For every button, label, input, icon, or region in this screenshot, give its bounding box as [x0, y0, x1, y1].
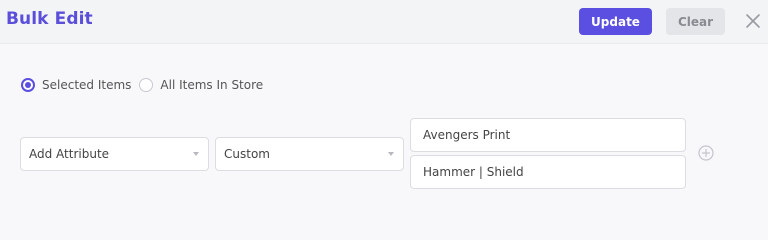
action-select[interactable]: Add Attribute — [20, 137, 209, 171]
close-icon[interactable] — [744, 12, 762, 30]
bulk-edit-header: Bulk Edit Update Clear — [0, 0, 768, 44]
action-select-value: Add Attribute — [29, 147, 110, 161]
chevron-down-icon — [388, 152, 394, 156]
radio-all-items[interactable]: All Items In Store — [139, 78, 263, 92]
plus-circle-icon[interactable] — [698, 145, 714, 161]
attribute-values-input[interactable]: Hammer | Shield — [410, 155, 686, 189]
type-select[interactable]: Custom — [215, 137, 404, 171]
update-button[interactable]: Update — [579, 8, 652, 35]
scope-radio-group: Selected Items All Items In Store — [21, 76, 271, 94]
attribute-name-input[interactable]: Avengers Print — [410, 118, 686, 152]
radio-selected-items[interactable]: Selected Items — [21, 78, 131, 92]
radio-label-all-items: All Items In Store — [160, 78, 264, 92]
radio-label-selected-items: Selected Items — [42, 78, 132, 92]
radio-unchecked-icon[interactable] — [139, 78, 154, 92]
page-title: Bulk Edit — [6, 9, 93, 29]
radio-checked-icon[interactable] — [21, 78, 35, 92]
type-select-value: Custom — [224, 147, 270, 161]
attribute-values-value: Hammer | Shield — [423, 165, 524, 179]
attribute-name-value: Avengers Print — [423, 128, 511, 142]
clear-button[interactable]: Clear — [666, 8, 725, 35]
chevron-down-icon — [193, 152, 199, 156]
